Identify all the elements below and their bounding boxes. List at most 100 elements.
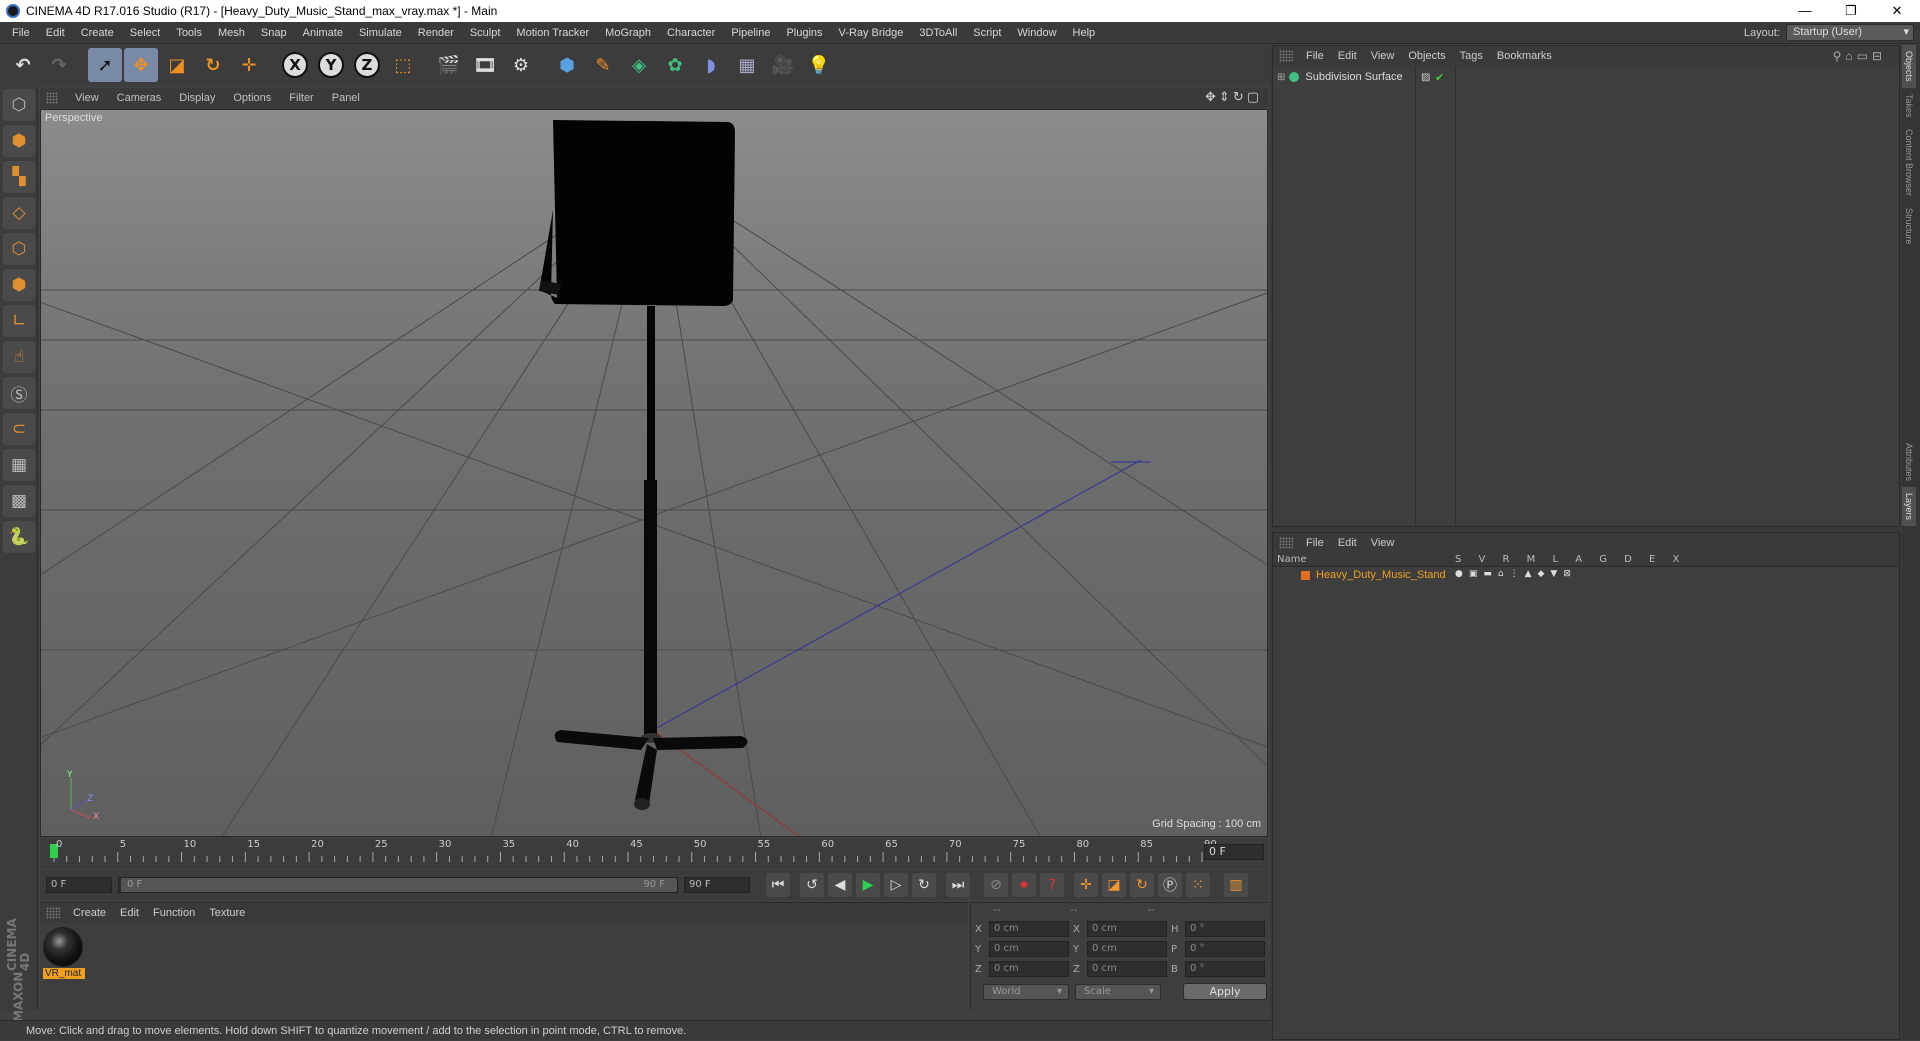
- undo-icon[interactable]: ↶: [6, 48, 40, 82]
- menu-motion-tracker[interactable]: Motion Tracker: [508, 27, 597, 39]
- menu-window[interactable]: Window: [1009, 27, 1064, 39]
- size-x-field[interactable]: 0 cm: [1087, 921, 1167, 937]
- menu-vray-bridge[interactable]: V-Ray Bridge: [831, 27, 912, 39]
- y-axis-icon[interactable]: Y: [314, 48, 348, 82]
- menu-select[interactable]: Select: [122, 27, 169, 39]
- obj-menu-bookmarks[interactable]: Bookmarks: [1490, 50, 1559, 62]
- rotate-icon[interactable]: ↻: [196, 48, 230, 82]
- layer-menu-file[interactable]: File: [1299, 537, 1331, 549]
- solo-icon[interactable]: ▩: [3, 485, 35, 517]
- workplane-lock-icon[interactable]: ▦: [3, 449, 35, 481]
- menu-mograph[interactable]: MoGraph: [597, 27, 659, 39]
- menu-file[interactable]: File: [4, 27, 38, 39]
- expand-icon[interactable]: ⊞: [1277, 72, 1285, 83]
- x-axis-icon[interactable]: X: [278, 48, 312, 82]
- edges-mode-icon[interactable]: ⬡: [3, 233, 35, 265]
- panel-grip-icon[interactable]: [1279, 50, 1293, 62]
- panel-grip-icon[interactable]: [46, 92, 58, 104]
- obj-menu-file[interactable]: File: [1299, 50, 1331, 62]
- next-key-icon[interactable]: ↻: [912, 873, 936, 897]
- layer-flag-icons[interactable]: ●▣▬⌂⋮▲◆▼⊠: [1455, 569, 1577, 579]
- obj-menu-objects[interactable]: Objects: [1401, 50, 1452, 62]
- position-x-field[interactable]: 0 cm: [989, 921, 1069, 937]
- close-button[interactable]: ✕: [1874, 0, 1920, 22]
- previous-key-icon[interactable]: ↺: [800, 873, 824, 897]
- tweak-mode-icon[interactable]: ☝: [3, 341, 35, 373]
- tab-objects[interactable]: Objects: [1902, 45, 1916, 88]
- array-icon[interactable]: ✿: [658, 48, 692, 82]
- record-active-objects-icon[interactable]: ⏺: [1012, 873, 1036, 897]
- layer-color-swatch[interactable]: [1301, 570, 1310, 580]
- subdivision-icon[interactable]: ◈: [622, 48, 656, 82]
- viewport-menu-display[interactable]: Display: [170, 92, 224, 104]
- menu-snap[interactable]: Snap: [253, 27, 295, 39]
- magnet-icon[interactable]: ⊂: [3, 413, 35, 445]
- key-position-icon[interactable]: ✛: [1074, 873, 1098, 897]
- tab-structure[interactable]: Structure: [1902, 202, 1916, 251]
- object-manager-tools-icons[interactable]: ⚲⌂▭⊟: [1826, 49, 1893, 63]
- pen-spline-icon[interactable]: ✎: [586, 48, 620, 82]
- layer-row[interactable]: Heavy_Duty_Music_Stand ●▣▬⌂⋮▲◆▼⊠: [1273, 567, 1899, 583]
- z-axis-icon[interactable]: Z: [350, 48, 384, 82]
- redo-icon[interactable]: ↷: [42, 48, 76, 82]
- autokeying-icon[interactable]: ?: [1040, 873, 1064, 897]
- layer-menu-edit[interactable]: Edit: [1331, 537, 1364, 549]
- scale-icon[interactable]: ◪: [160, 48, 194, 82]
- tab-content-browser[interactable]: Content Browser: [1902, 123, 1916, 202]
- axis-mode-icon[interactable]: ∟: [3, 305, 35, 337]
- workplane-mode-icon[interactable]: ▚: [3, 161, 35, 193]
- viewport-menu-panel[interactable]: Panel: [323, 92, 369, 104]
- model-mode-icon[interactable]: ⬡: [3, 89, 35, 121]
- coord-size-mode-dropdown[interactable]: Scale: [1075, 983, 1161, 1000]
- light-icon[interactable]: 💡: [802, 48, 836, 82]
- cube-icon[interactable]: ⬢: [550, 48, 584, 82]
- music-stand-model[interactable]: [539, 120, 748, 810]
- next-frame-icon[interactable]: ▷: [884, 873, 908, 897]
- range-slider[interactable]: 0 F 90 F: [118, 877, 678, 893]
- size-y-field[interactable]: 0 cm: [1087, 941, 1167, 957]
- go-to-end-icon[interactable]: ⏭: [946, 873, 970, 897]
- timeline-window-icon[interactable]: ▥: [1224, 873, 1248, 897]
- menu-script[interactable]: Script: [965, 27, 1009, 39]
- layout-dropdown[interactable]: Startup (User): [1786, 24, 1914, 41]
- viewport-nav-icons[interactable]: ✥⇕↻▢: [1205, 90, 1262, 105]
- go-to-start-icon[interactable]: ⏮: [766, 873, 790, 897]
- floor-icon[interactable]: ▦: [730, 48, 764, 82]
- menu-plugins[interactable]: Plugins: [778, 27, 830, 39]
- object-row-subdivision-surface[interactable]: ⊞ Subdivision Surface ▨ ✔: [1273, 69, 1901, 85]
- minimize-button[interactable]: —: [1782, 0, 1828, 22]
- menu-animate[interactable]: Animate: [295, 27, 351, 39]
- menu-help[interactable]: Help: [1065, 27, 1104, 39]
- layer-menu-view[interactable]: View: [1364, 537, 1402, 549]
- timeline-ruler[interactable]: 051015202530354045505560657075808590 0 F: [40, 838, 1268, 868]
- menu-create[interactable]: Create: [73, 27, 122, 39]
- menu-pipeline[interactable]: Pipeline: [723, 27, 778, 39]
- keyframe-selection-icon[interactable]: ⊘: [984, 873, 1008, 897]
- size-z-field[interactable]: 0 cm: [1087, 961, 1167, 977]
- edit-render-settings-icon[interactable]: ⚙: [504, 48, 538, 82]
- menu-render[interactable]: Render: [410, 27, 462, 39]
- menu-mesh[interactable]: Mesh: [210, 27, 253, 39]
- position-z-field[interactable]: 0 cm: [989, 961, 1069, 977]
- key-rotation-icon[interactable]: ↻: [1130, 873, 1154, 897]
- polygons-mode-icon[interactable]: ⬢: [3, 269, 35, 301]
- obj-menu-view[interactable]: View: [1364, 50, 1402, 62]
- render-picture-viewer-icon[interactable]: 🎞: [468, 48, 502, 82]
- menu-character[interactable]: Character: [659, 27, 723, 39]
- apply-button[interactable]: Apply: [1183, 983, 1267, 1000]
- tab-takes[interactable]: Takes: [1902, 88, 1916, 124]
- coordinate-system-icon[interactable]: ⬚: [386, 48, 420, 82]
- end-frame-field[interactable]: 90 F: [684, 877, 750, 893]
- key-scale-icon[interactable]: ◪: [1102, 873, 1126, 897]
- menu-simulate[interactable]: Simulate: [351, 27, 410, 39]
- viewport-menu-cameras[interactable]: Cameras: [108, 92, 171, 104]
- move-2-icon[interactable]: ✛: [232, 48, 266, 82]
- viewport-menu-options[interactable]: Options: [224, 92, 280, 104]
- menu-tools[interactable]: Tools: [168, 27, 210, 39]
- material-menu-function[interactable]: Function: [146, 907, 202, 919]
- obj-menu-tags[interactable]: Tags: [1453, 50, 1490, 62]
- material-menu-create[interactable]: Create: [66, 907, 113, 919]
- rotation-h-field[interactable]: 0 °: [1185, 921, 1265, 937]
- menu-edit[interactable]: Edit: [38, 27, 73, 39]
- obj-menu-edit[interactable]: Edit: [1331, 50, 1364, 62]
